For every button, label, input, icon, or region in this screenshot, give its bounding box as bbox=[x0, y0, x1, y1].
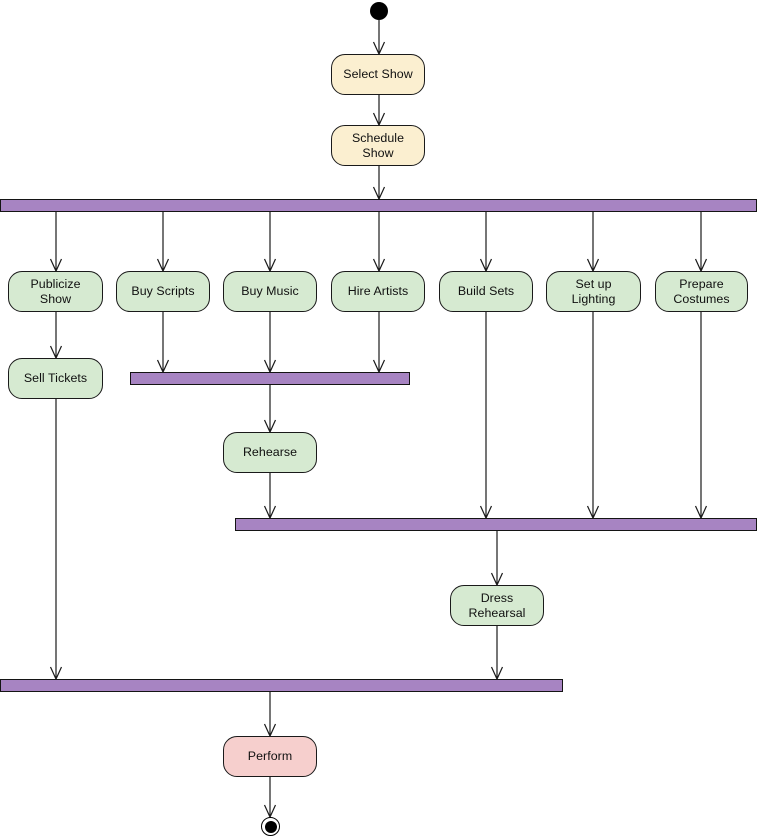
activity-node-buy_music[interactable]: Buy Music bbox=[223, 271, 317, 312]
activity-node-rehearse[interactable]: Rehearse bbox=[223, 432, 317, 473]
edge-buy_scripts-to-join_media bbox=[156, 312, 170, 374]
final-node-dot bbox=[264, 820, 277, 833]
edge-join_final-to-perform bbox=[263, 692, 277, 738]
edge-rehearse-to-join_prod bbox=[263, 473, 277, 520]
activity-node-label: Select Show bbox=[343, 67, 413, 82]
edge-dress_rehearsal-to-join_final bbox=[490, 626, 504, 681]
activity-node-label: Publicize Show bbox=[30, 277, 81, 306]
edge-fork_main-to-buy_music bbox=[263, 212, 277, 273]
activity-node-schedule_show[interactable]: Schedule Show bbox=[331, 125, 425, 166]
activity-node-select_show[interactable]: Select Show bbox=[331, 54, 425, 95]
activity-diagram-canvas: Select Show Schedule Show Publicize Show Bu… bbox=[0, 0, 757, 836]
edge-hire_artists-to-join_media bbox=[372, 312, 386, 374]
edge-fork_main-to-hire_artists bbox=[372, 212, 386, 273]
activity-node-label: Hire Artists bbox=[347, 284, 409, 299]
edge-build_sets-to-join_prod bbox=[479, 312, 493, 520]
activity-node-label: Build Sets bbox=[457, 284, 515, 299]
edge-fork_main-to-buy_scripts bbox=[156, 212, 170, 273]
join-bar-join_final bbox=[0, 679, 563, 692]
edge-setup_lighting-to-join_prod bbox=[586, 312, 600, 520]
edge-select_show-to-schedule_show bbox=[372, 95, 386, 127]
join-bar-join_media bbox=[130, 372, 410, 385]
activity-node-label: Dress Rehearsal bbox=[468, 591, 526, 620]
activity-node-label: Sell Tickets bbox=[23, 371, 88, 386]
activity-node-label: Perform bbox=[247, 749, 293, 764]
activity-node-label: Buy Music bbox=[241, 284, 299, 299]
edge-fork_main-to-build_sets bbox=[479, 212, 493, 273]
edge-perform-to-final bbox=[263, 777, 277, 819]
activity-node-buy_scripts[interactable]: Buy Scripts bbox=[116, 271, 210, 312]
edge-fork_main-to-prepare_costumes bbox=[694, 212, 708, 273]
activity-node-hire_artists[interactable]: Hire Artists bbox=[331, 271, 425, 312]
activity-node-label: Buy Scripts bbox=[131, 284, 195, 299]
edge-join_prod-to-dress_rehearsal bbox=[490, 531, 504, 587]
join-bar-join_prod bbox=[235, 518, 757, 531]
activity-node-sell_tickets[interactable]: Sell Tickets bbox=[8, 358, 103, 399]
edge-join_media-to-rehearse bbox=[263, 385, 277, 434]
edge-prepare_costumes-to-join_prod bbox=[694, 312, 708, 520]
activity-node-prepare_costumes[interactable]: Prepare Costumes bbox=[655, 271, 748, 312]
edge-sell_tickets-to-join_final bbox=[49, 399, 63, 681]
edge-fork_main-to-publicize_show bbox=[49, 212, 63, 273]
activity-node-label: Rehearse bbox=[242, 445, 298, 460]
edge-publicize_show-to-sell_tickets bbox=[49, 312, 63, 360]
activity-node-build_sets[interactable]: Build Sets bbox=[439, 271, 533, 312]
activity-node-label: Set up Lighting bbox=[571, 277, 616, 306]
activity-node-setup_lighting[interactable]: Set up Lighting bbox=[546, 271, 641, 312]
edge-buy_music-to-join_media bbox=[263, 312, 277, 374]
activity-node-perform[interactable]: Perform bbox=[223, 736, 317, 777]
edge-schedule_show-to-fork_main bbox=[372, 166, 386, 201]
activity-node-dress_rehearsal[interactable]: Dress Rehearsal bbox=[450, 585, 544, 626]
initial-node bbox=[370, 2, 388, 20]
activity-node-label: Prepare Costumes bbox=[673, 277, 730, 306]
activity-node-label: Schedule Show bbox=[351, 131, 405, 160]
edge-initial-to-select_show bbox=[372, 20, 386, 56]
edge-fork_main-to-setup_lighting bbox=[586, 212, 600, 273]
activity-node-publicize_show[interactable]: Publicize Show bbox=[8, 271, 103, 312]
fork-bar-fork_main bbox=[0, 199, 757, 212]
